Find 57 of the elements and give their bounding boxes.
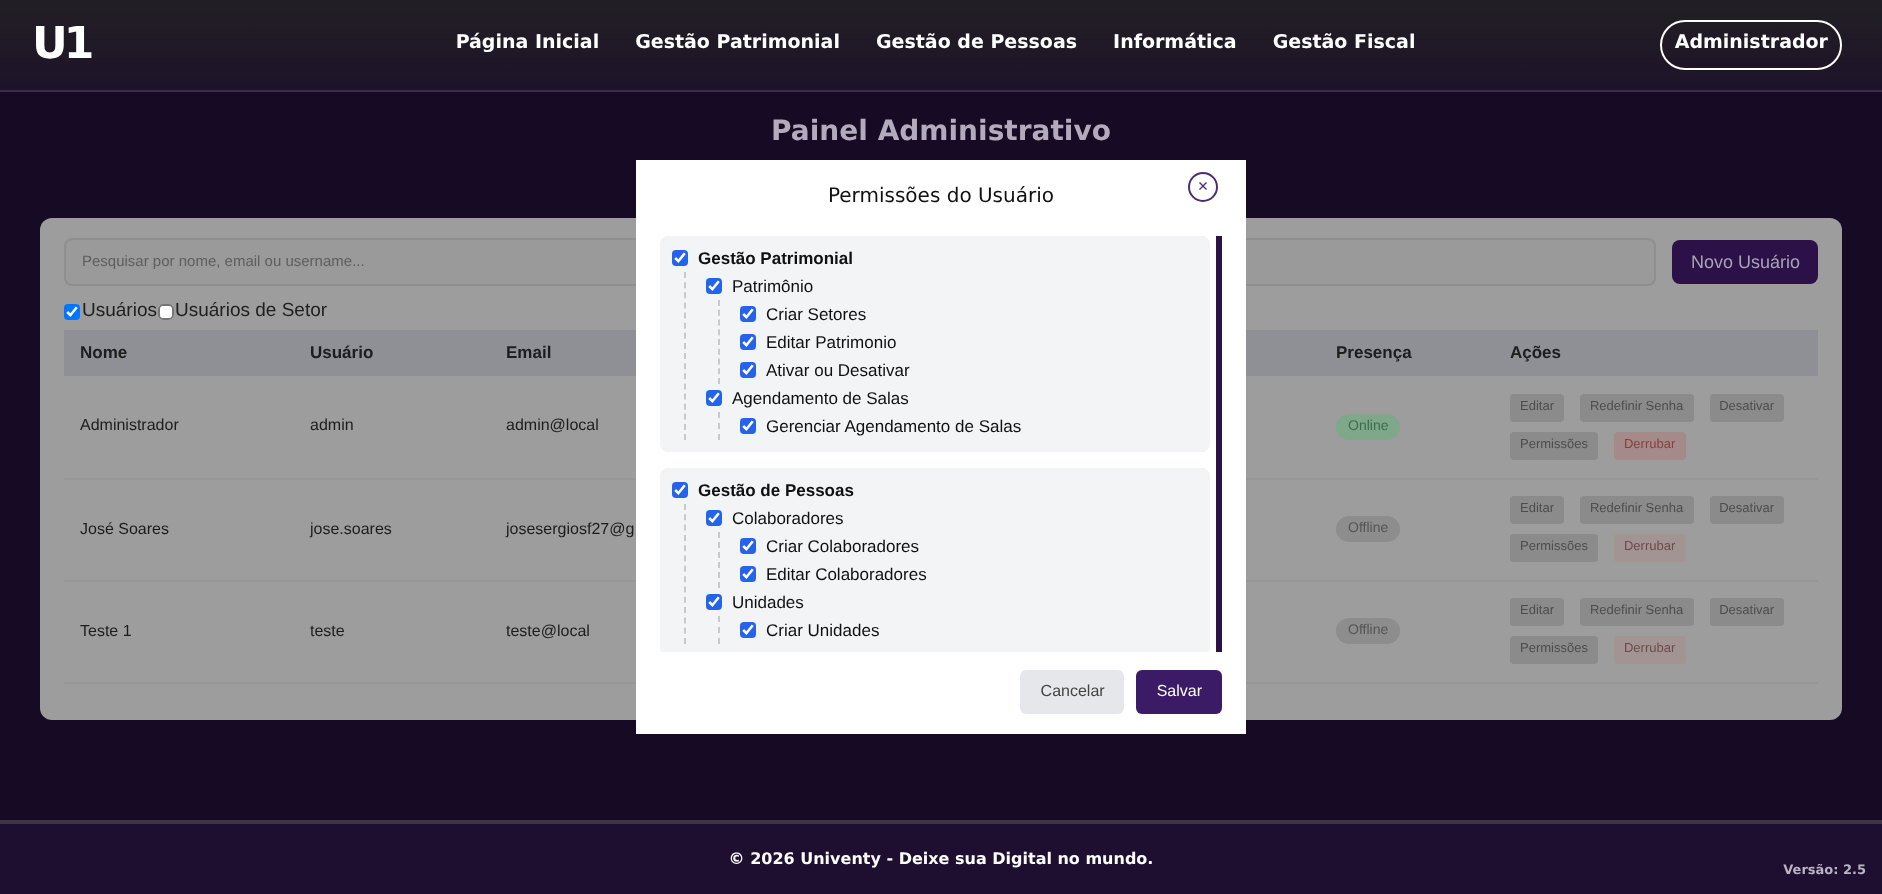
filter-checkbox[interactable] [64, 303, 80, 320]
permission-checkbox[interactable] [706, 593, 722, 610]
new-user-button[interactable]: Novo Usuário [1672, 239, 1818, 284]
footer-text: © 2026 Univenty - Deixe sua Digital no mundo. [728, 847, 1154, 871]
table-cell: Administrador [80, 416, 179, 435]
table-cell: Teste 1 [80, 621, 132, 640]
cancel-button[interactable]: Cancelar [1020, 670, 1125, 714]
permission-checkbox[interactable] [706, 389, 722, 406]
permission-label: Criar Colaboradores [766, 533, 920, 560]
permission-checkbox[interactable] [706, 277, 722, 294]
permission-checkbox[interactable] [740, 361, 756, 378]
filter-checkbox[interactable] [157, 303, 173, 320]
permission-label: Criar Unidades [766, 617, 880, 644]
permission-label: Editar Patrimonio [766, 329, 897, 356]
nav-link[interactable]: Página Inicial [455, 30, 600, 60]
filter-label: Usuários de Setor [175, 297, 328, 326]
permission-label: Editar Colaboradores [766, 561, 927, 588]
close-button[interactable]: × [1188, 172, 1218, 202]
filter-label: Usuários [82, 297, 157, 326]
permission-checkbox[interactable] [740, 621, 756, 638]
permission-checkbox[interactable] [740, 537, 756, 554]
logo[interactable]: U1 [32, 23, 91, 67]
permission-label: Agendamento de Salas [732, 385, 909, 412]
table-cell: josesergiosf27@g [506, 519, 635, 538]
modal-title: Permissões do Usuário [827, 184, 1054, 213]
column-header: Presença [1320, 330, 1494, 377]
table-cell: admin [310, 416, 354, 435]
nav-link[interactable]: Informática [1113, 30, 1237, 60]
permission-label: Colaboradores [732, 505, 844, 532]
save-button[interactable]: Salvar [1136, 670, 1222, 714]
permission-checkbox[interactable] [672, 481, 688, 498]
permission-label: Gestão Patrimonial [698, 245, 853, 272]
column-header: Nome [64, 330, 294, 377]
permission-checkbox[interactable] [706, 509, 722, 526]
permission-label: Criar Setores [766, 301, 867, 328]
permission-label: Ativar ou Desativar [766, 357, 910, 384]
page-title: Painel Administrativo [769, 116, 1113, 150]
user-menu-button[interactable]: Administrador [1660, 20, 1842, 70]
table-cell: admin@local [506, 416, 599, 435]
permission-label: Gerenciar Agendamento de Salas [766, 413, 1022, 440]
table-cell: teste [310, 621, 345, 640]
permission-label: Unidades [732, 589, 804, 616]
permission-checkbox[interactable] [740, 565, 756, 582]
permission-checkbox[interactable] [672, 249, 688, 266]
table-cell: jose.soares [310, 519, 392, 538]
permission-label: Gestão de Pessoas [698, 477, 854, 504]
nav-link[interactable]: Gestão de Pessoas [875, 30, 1078, 60]
column-header: Ações [1494, 330, 1818, 377]
table-cell: teste@local [506, 621, 590, 640]
nav-link[interactable]: Gestão Fiscal [1272, 30, 1416, 60]
permission-checkbox[interactable] [740, 305, 756, 322]
nav-link[interactable]: Gestão Patrimonial [635, 30, 840, 60]
permission-checkbox[interactable] [740, 417, 756, 434]
column-header: Usuário [294, 330, 490, 377]
table-cell: José Soares [80, 519, 169, 538]
permission-checkbox[interactable] [740, 333, 756, 350]
permission-label: Patrimônio [732, 273, 814, 300]
